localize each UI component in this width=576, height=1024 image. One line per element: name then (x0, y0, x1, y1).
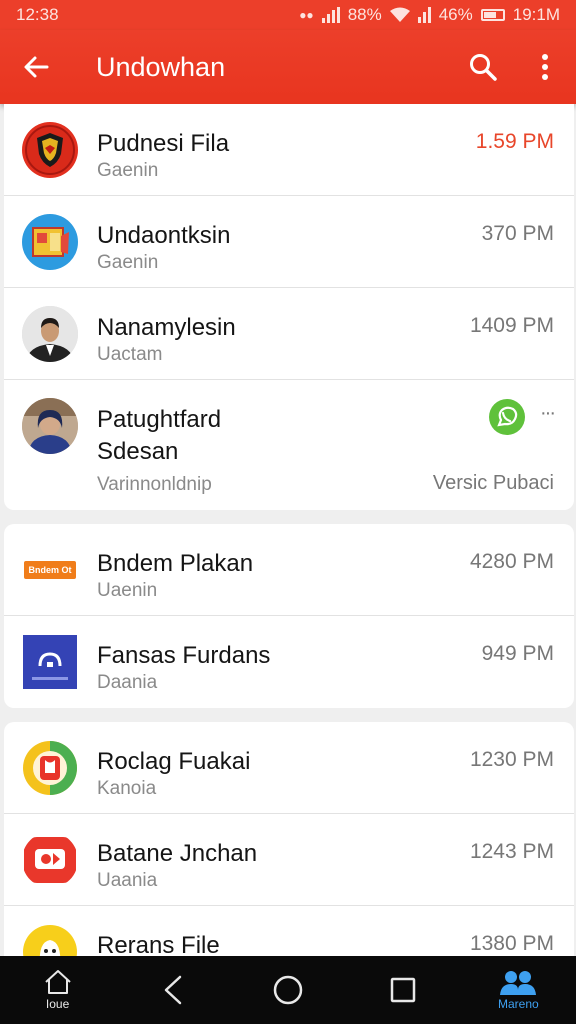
signal-icon (321, 7, 340, 23)
back-nav-button[interactable] (123, 956, 223, 1024)
item-time: 1230 PM (469, 748, 554, 771)
app-thumbnail-icon (32, 227, 69, 257)
item-name: Bndem Plakan (97, 550, 254, 577)
home-nav-button[interactable]: Ioue (8, 956, 108, 1024)
mute-icon: ●● (299, 8, 314, 22)
wifi-icon (389, 7, 410, 22)
chevron-left-icon (164, 975, 182, 1005)
status-time: 12:38 (16, 5, 59, 24)
item-subtitle: Varinnonldnip (97, 474, 212, 495)
list-item[interactable]: Undaontksin Gaenin 370 PM (4, 196, 574, 288)
video-logo-icon (24, 837, 76, 883)
app-thumbnail-icon (23, 635, 77, 689)
item-subtitle: Uaania (97, 870, 158, 891)
contacts-nav-button[interactable]: Mareno (468, 956, 568, 1024)
item-name: Fansas Furdans (97, 642, 271, 669)
cell-signal-icon (417, 7, 431, 23)
item-time: 4280 PM (469, 550, 554, 573)
recents-button[interactable] (353, 956, 453, 1024)
item-time: 949 PM (481, 642, 554, 665)
person-photo (22, 306, 78, 362)
item-time: 1409 PM (469, 314, 554, 337)
item-time: 1.59 PM (475, 130, 554, 153)
active-nav-label: Mareno (498, 997, 539, 1011)
avatar (22, 214, 78, 270)
item-name: Patughtfard (97, 406, 222, 433)
item-subtitle: Uaenin (97, 580, 158, 601)
status-clock: 19:1M (512, 5, 560, 24)
conversation-list: Pudnesi Fila Gaenin 1.59 PM Undaontksin … (4, 104, 574, 1012)
item-name: Undaontksin (97, 222, 231, 249)
list-item[interactable]: Fansas Furdans Daania 949 PM (4, 616, 574, 708)
avatar (22, 398, 78, 454)
list-item[interactable]: Bndem Ot Bndem Plakan Uaenin 4280 PM (4, 524, 574, 616)
item-name: Pudnesi Fila (97, 130, 230, 157)
list-item[interactable]: Nanamylesin Uactam 1409 PM (4, 288, 574, 380)
item-time: 1243 PM (469, 840, 554, 863)
list-item[interactable]: Roclag Fuakai Kanoia 1230 PM (4, 722, 574, 814)
status-icons: ●● 88% 46% 19:1M (299, 5, 560, 25)
avatar (22, 832, 78, 888)
overflow-menu-button[interactable] (514, 30, 576, 104)
avatar (22, 740, 78, 796)
page-title: Undowhan (96, 51, 226, 82)
item-subtitle: Gaenin (97, 252, 159, 273)
item-time: 370 PM (481, 222, 554, 245)
item-name-line2: Sdesan (97, 438, 179, 465)
app-bar: Undowhan (0, 30, 576, 104)
item-subtitle: Uactam (97, 344, 163, 365)
battery-icon (480, 9, 505, 21)
list-item[interactable]: Pudnesi Fila Gaenin 1.59 PM (4, 104, 574, 196)
list-group: Bndem Ot Bndem Plakan Uaenin 4280 PM Fan… (4, 524, 574, 708)
brand-logo: Bndem Ot (24, 561, 76, 579)
avatar (22, 122, 78, 178)
item-time: Versic Pubaci (432, 472, 554, 494)
item-name: Roclag Fuakai (97, 748, 251, 775)
more-vertical-icon (542, 54, 548, 80)
battery-percent: 46% (438, 5, 473, 24)
square-icon (390, 977, 416, 1003)
item-time: 1380 PM (469, 932, 554, 955)
list-group: Pudnesi Fila Gaenin 1.59 PM Undaontksin … (4, 104, 574, 510)
circle-icon (273, 975, 303, 1005)
item-subtitle: Daania (97, 672, 158, 693)
battery-saver-text: 88% (347, 5, 382, 24)
avatar (22, 634, 78, 690)
item-name: Nanamylesin (97, 314, 236, 341)
avatar (22, 306, 78, 362)
whatsapp-icon[interactable] (488, 398, 526, 436)
home-nav-label: Ioue (45, 997, 70, 1011)
search-icon (470, 54, 497, 81)
person-photo (22, 398, 78, 454)
item-subtitle: Kanoia (97, 778, 157, 799)
item-subtitle: Gaenin (97, 160, 159, 181)
people-icon (500, 971, 537, 995)
avatar: Bndem Ot (22, 542, 78, 598)
status-bar: 12:38 ●● 88% 46% 19:1M (0, 0, 576, 30)
back-button[interactable] (0, 30, 72, 104)
app-logo-icon (23, 741, 77, 795)
list-item[interactable]: Batane Jnchan Uaania 1243 PM (4, 814, 574, 906)
shield-logo-icon (25, 125, 75, 175)
home-circle-button[interactable] (238, 956, 338, 1024)
more-horizontal-icon[interactable]: ··· (540, 402, 556, 425)
system-nav-bar: Ioue Mareno (0, 956, 576, 1024)
arrow-left-icon (24, 56, 49, 78)
search-button[interactable] (452, 30, 514, 104)
item-name: Batane Jnchan (97, 840, 258, 867)
home-icon (44, 970, 71, 994)
list-item[interactable]: Patughtfard Sdesan Varinnonldnip ··· Ver… (4, 380, 574, 510)
